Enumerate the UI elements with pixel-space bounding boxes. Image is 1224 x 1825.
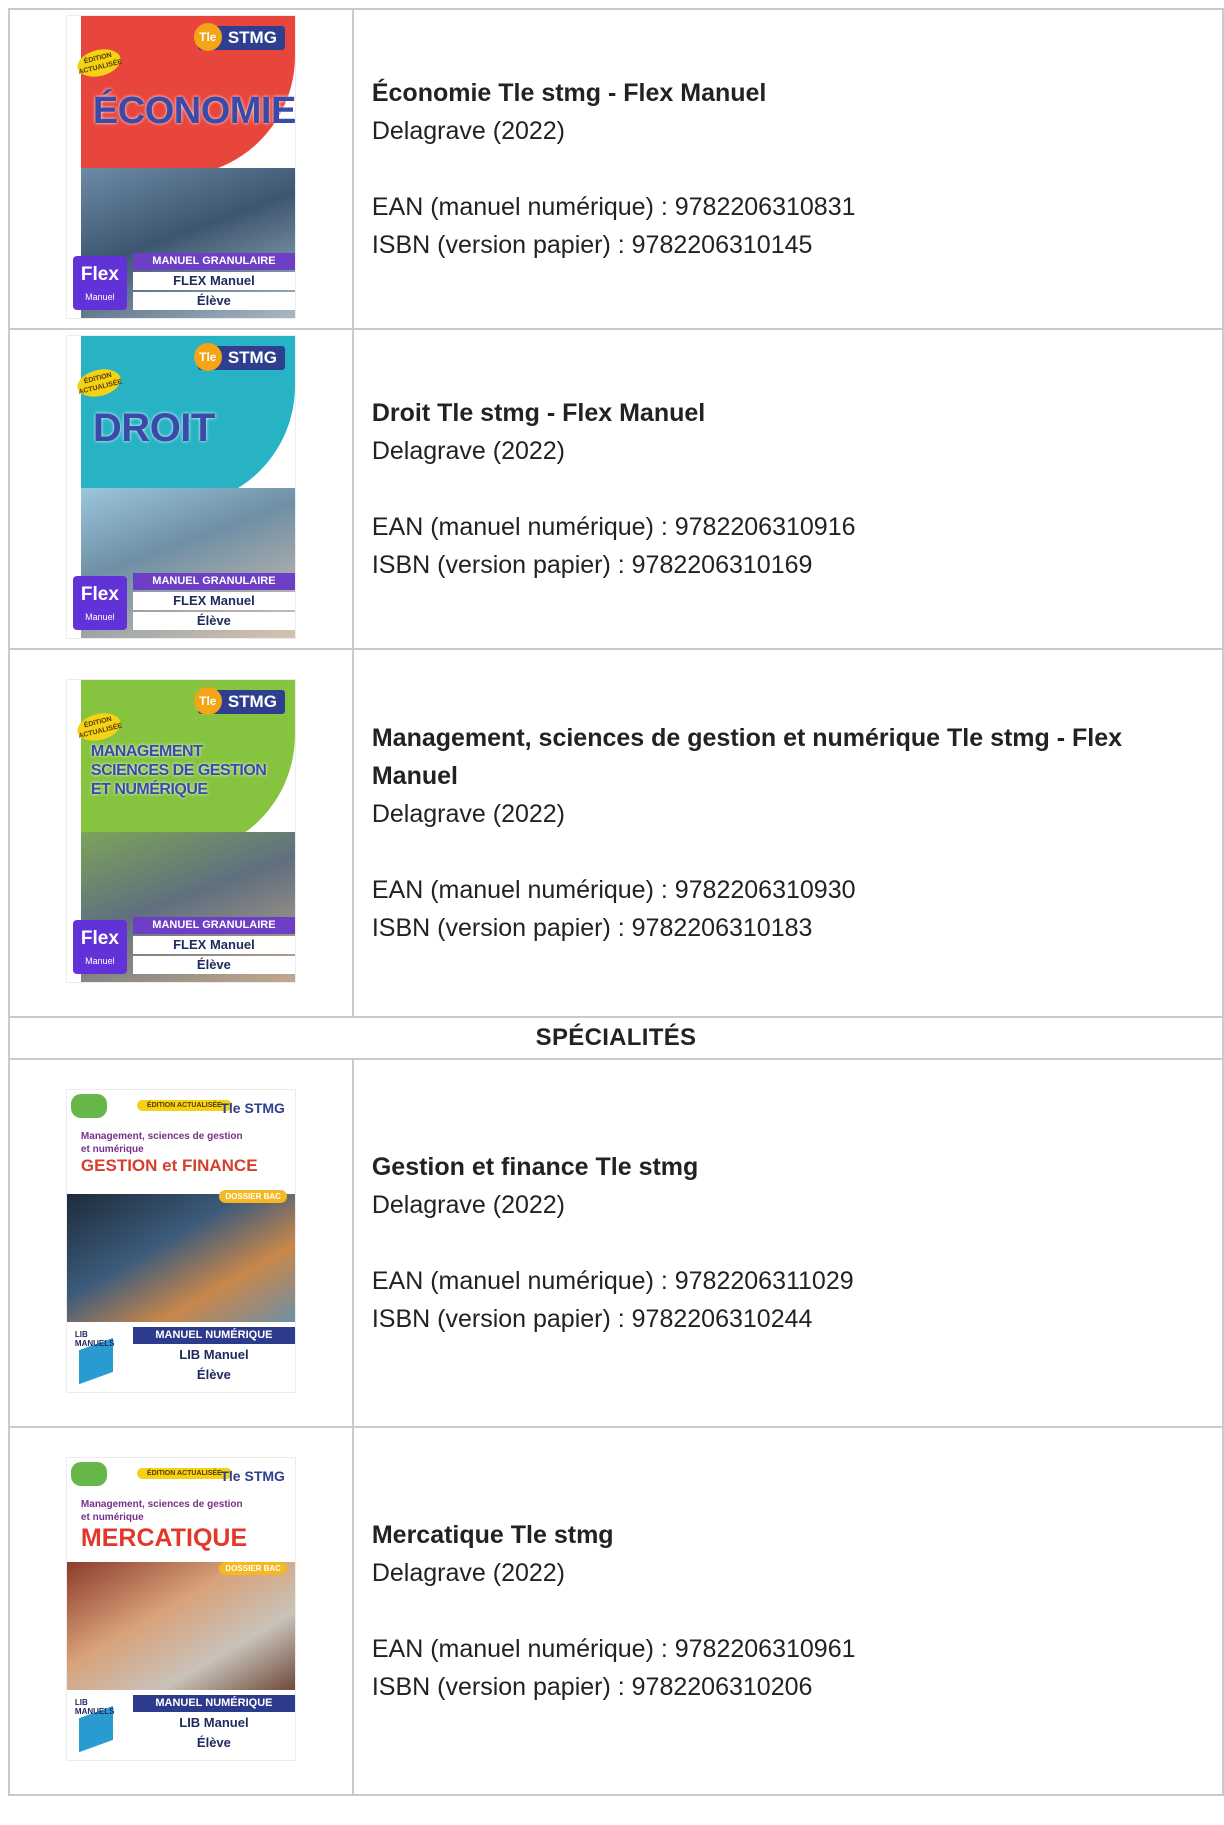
lib-manuels-logo-icon: LIB MANUELS [73,1698,127,1752]
book-title: Mercatique Tle stmg [371,1521,614,1549]
book-publisher: Delagrave (2022) [371,800,566,828]
dossier-bac-tag: DOSSIER BAC [219,1561,287,1575]
cover-student: Élève [132,1733,295,1752]
edition-badge: ÉDITION ACTUALISÉE [136,1099,232,1111]
cover-cell: ÉDITION ACTUALISÉE Tle STMG Management, … [8,1426,354,1796]
cover-subject: GESTION et FINANCE [80,1155,258,1175]
flex-logo-icon: Flex Manuel [72,919,127,974]
book-cover-management[interactable]: Tle STMG ÉDITION ACTUALISÉE MANAGEMENT SC… [66,679,295,982]
book-title: Management, sciences de gestion et numér… [371,724,1123,790]
cover-edition: FLEX Manuel [132,935,295,954]
book-publisher: Delagrave (2022) [371,437,566,465]
cover-student: Élève [132,291,295,310]
cover-student: Élève [132,611,295,630]
book-ean: EAN (manuel numérique) : 9782206310831 [371,193,856,221]
cover-edition: FLEX Manuel [132,271,295,290]
info-cell: Management, sciences de gestion et numér… [351,648,1224,1018]
book-row-economie: Tle STMG ÉDITION ACTUALISÉE ÉCONOMIE MANU… [8,8,1224,330]
stmg-tag-icon [70,1093,107,1118]
book-ean: EAN (manuel numérique) : 9782206310916 [371,513,856,541]
book-ean: EAN (manuel numérique) : 9782206310930 [371,876,856,904]
info-cell: Gestion et finance Tle stmg Delagrave (2… [351,1058,1224,1428]
book-cover-gestion-finance[interactable]: ÉDITION ACTUALISÉE Tle STMG Management, … [66,1089,295,1392]
cover-edition: FLEX Manuel [132,591,295,610]
flex-logo-icon: Flex Manuel [72,575,127,630]
book-publisher: Delagrave (2022) [371,117,566,145]
book-isbn: ISBN (version papier) : 9782206310169 [371,551,813,579]
book-title: Droit Tle stmg - Flex Manuel [371,399,706,427]
cover-subject: ÉCONOMIE [92,89,295,132]
stmg-tag-icon [70,1461,107,1486]
edition-badge: ÉDITION ACTUALISÉE [136,1467,232,1479]
book-publisher: Delagrave (2022) [371,1559,566,1587]
section-header-row: SPÉCIALITÉS [8,1016,1224,1060]
books-table: Tle STMG ÉDITION ACTUALISÉE ÉCONOMIE MANU… [8,8,1224,1796]
book-cover-droit[interactable]: Tle STMG ÉDITION ACTUALISÉE DROIT MANUEL … [66,335,295,638]
book-title: Économie Tle stmg - Flex Manuel [371,79,767,107]
cover-photo [66,1193,295,1322]
cover-cell: Tle STMG ÉDITION ACTUALISÉE MANAGEMENT SC… [8,648,354,1018]
book-cover-economie[interactable]: Tle STMG ÉDITION ACTUALISÉE ÉCONOMIE MANU… [66,15,295,318]
level-badge: Tle STMG [193,342,285,371]
section-header: SPÉCIALITÉS [8,1016,1224,1060]
level-badge: Tle STMG [220,1467,285,1484]
book-row-management: Tle STMG ÉDITION ACTUALISÉE MANAGEMENT SC… [8,648,1224,1018]
cover-student: Élève [132,1365,295,1384]
info-cell: Mercatique Tle stmg Delagrave (2022) EAN… [351,1426,1224,1796]
book-isbn: ISBN (version papier) : 9782206310206 [371,1673,813,1701]
level-badge: Tle STMG [193,686,285,715]
book-isbn: ISBN (version papier) : 9782206310145 [371,231,813,259]
cover-cell: Tle STMG ÉDITION ACTUALISÉE ÉCONOMIE MANU… [8,8,354,330]
cover-strip: MANUEL GRANULAIRE [132,572,295,590]
cover-head: Management, sciences de gestion et numéri… [80,1130,243,1155]
cover-edition: LIB Manuel [132,1713,295,1732]
book-isbn: ISBN (version papier) : 9782206310183 [371,914,813,942]
cover-subject: MANAGEMENT SCIENCES DE GESTION ET NUMÉRI… [90,742,267,798]
cover-student: Élève [132,955,295,974]
cover-strip: MANUEL GRANULAIRE [132,916,295,934]
book-cover-mercatique[interactable]: ÉDITION ACTUALISÉE Tle STMG Management, … [66,1457,295,1760]
book-ean: EAN (manuel numérique) : 9782206310961 [371,1635,856,1663]
cover-strip: MANUEL GRANULAIRE [132,252,295,270]
book-isbn: ISBN (version papier) : 9782206310244 [371,1305,813,1333]
info-cell: Droit Tle stmg - Flex Manuel Delagrave (… [351,328,1224,650]
cover-subject: DROIT [92,405,215,450]
dossier-bac-tag: DOSSIER BAC [219,1189,287,1203]
book-title: Gestion et finance Tle stmg [371,1153,699,1181]
cover-head: Management, sciences de gestion et numéri… [80,1498,243,1523]
level-badge: Tle STMG [220,1099,285,1116]
book-publisher: Delagrave (2022) [371,1191,566,1219]
level-badge: Tle STMG [193,22,285,51]
cover-photo [66,1561,295,1690]
info-cell: Économie Tle stmg - Flex Manuel Delagrav… [351,8,1224,330]
book-ean: EAN (manuel numérique) : 9782206311029 [371,1267,854,1295]
cover-edition: LIB Manuel [132,1345,295,1364]
book-row-mercatique: ÉDITION ACTUALISÉE Tle STMG Management, … [8,1426,1224,1796]
cover-cell: Tle STMG ÉDITION ACTUALISÉE DROIT MANUEL … [8,328,354,650]
cover-strip: MANUEL NUMÉRIQUE [132,1694,295,1712]
book-row-droit: Tle STMG ÉDITION ACTUALISÉE DROIT MANUEL … [8,328,1224,650]
lib-manuels-logo-icon: LIB MANUELS [73,1330,127,1384]
cover-subject: MERCATIQUE [80,1523,248,1552]
cover-cell: ÉDITION ACTUALISÉE Tle STMG Management, … [8,1058,354,1428]
cover-strip: MANUEL NUMÉRIQUE [132,1326,295,1344]
flex-logo-icon: Flex Manuel [72,255,127,310]
book-row-gestion-finance: ÉDITION ACTUALISÉE Tle STMG Management, … [8,1058,1224,1428]
